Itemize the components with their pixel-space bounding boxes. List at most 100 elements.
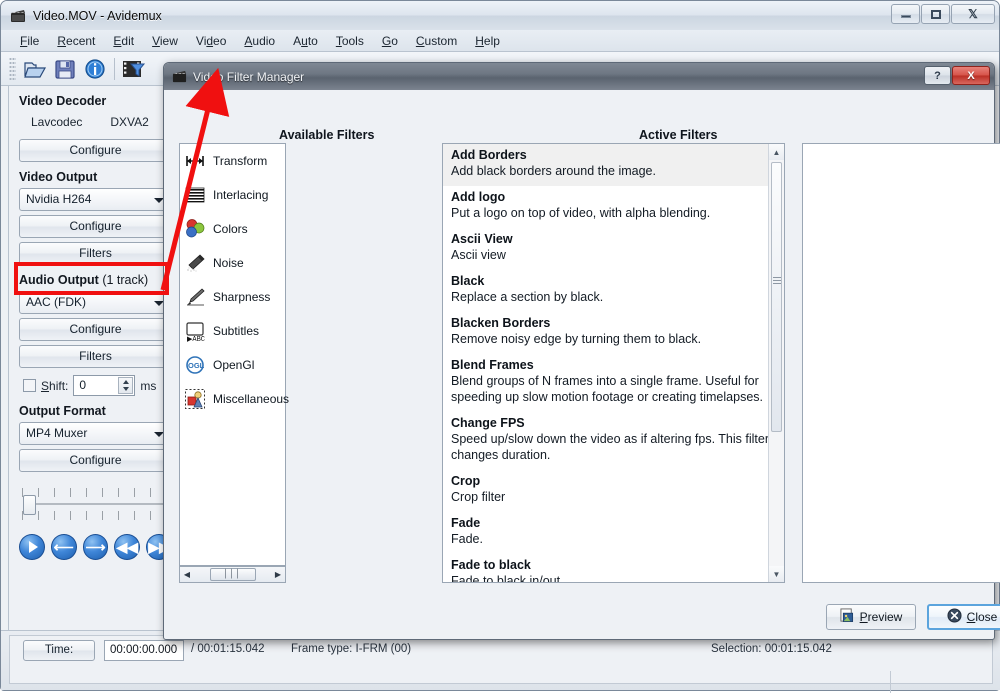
svg-text:▶ABC: ▶ABC: [187, 336, 205, 342]
toolbar-separator: [114, 57, 115, 80]
dialog-body: Available Filters Active Filters Transfo…: [164, 90, 1000, 639]
filter-list-item[interactable]: Fade Fade.: [443, 512, 784, 554]
video-decoder-info: Lavcodec DXVA2: [19, 112, 172, 135]
category-item-subtitles[interactable]: ▶ABC Subtitles: [180, 314, 285, 348]
menu-item-view[interactable]: View: [143, 32, 187, 50]
filter-description: Put a logo on top of video, with alpha b…: [451, 206, 711, 220]
category-item-miscellaneous[interactable]: Miscellaneous: [180, 382, 289, 416]
dialog-help-button[interactable]: ?: [924, 66, 951, 85]
video-output-configure-button[interactable]: Configure: [19, 215, 172, 238]
info-icon: [85, 58, 105, 79]
menu-item-recent[interactable]: Recent: [48, 32, 104, 50]
menu-item-file[interactable]: File: [11, 32, 48, 50]
audio-output-configure-button[interactable]: Configure: [19, 318, 172, 341]
filter-list-item[interactable]: Black Replace a section by black.: [443, 270, 784, 312]
video-output-selected-value: Nvidia H264: [26, 192, 92, 206]
filter-name: Black: [451, 274, 485, 288]
close-icon: 𝕏: [968, 6, 978, 21]
category-item-transform[interactable]: Transform: [180, 144, 285, 178]
colors-icon: [184, 218, 206, 240]
audio-shift-value: 0: [79, 378, 87, 392]
menu-item-tools[interactable]: Tools: [327, 32, 373, 50]
category-item-noise[interactable]: Noise: [180, 246, 285, 280]
output-format-select[interactable]: MP4 Muxer: [19, 422, 172, 445]
filter-list-item[interactable]: Ascii View Ascii view: [443, 228, 784, 270]
filter-list-item[interactable]: Blend Frames Blend groups of N frames in…: [443, 354, 784, 412]
time-input[interactable]: 00:00:00.000: [104, 640, 184, 661]
preview-button[interactable]: Preview: [826, 604, 916, 630]
menu-item-edit[interactable]: Edit: [104, 32, 143, 50]
play-icon: [28, 541, 38, 553]
play-button[interactable]: [19, 534, 45, 560]
category-item-sharpness[interactable]: Sharpness: [180, 280, 285, 314]
audio-output-filters-button[interactable]: Filters: [19, 345, 172, 368]
filter-list-item[interactable]: Crop Crop filter: [443, 470, 784, 512]
category-item-opengl[interactable]: OGL OpenGl: [180, 348, 285, 382]
category-label: Sharpness: [213, 290, 271, 304]
menu-item-help[interactable]: Help: [466, 32, 509, 50]
scrollbar-thumb[interactable]: [771, 162, 782, 432]
filter-description: Fade.: [451, 532, 483, 546]
output-format-section-title: Output Format: [19, 404, 106, 418]
maximize-button[interactable]: [921, 4, 950, 24]
timeline-handle[interactable]: [23, 495, 36, 515]
filter-list-item[interactable]: Add Borders Add black borders around the…: [443, 144, 784, 186]
video-output-select[interactable]: Nvidia H264: [19, 188, 172, 211]
video-decoder-configure-button[interactable]: Configure: [19, 139, 172, 162]
audio-shift-stepper[interactable]: 0: [73, 375, 136, 396]
scrollbar-grip: [772, 277, 781, 284]
scroll-right-arrow-icon[interactable]: ▶: [271, 570, 285, 579]
open-file-button[interactable]: [20, 55, 50, 83]
minimize-button[interactable]: [891, 4, 920, 24]
filter-list-item[interactable]: Blacken Borders Remove noisy edge by tur…: [443, 312, 784, 354]
filter-name: Add logo: [451, 190, 506, 204]
dialog-close-button[interactable]: X: [952, 66, 990, 85]
save-file-button[interactable]: [50, 55, 80, 83]
output-format-configure-button[interactable]: Configure: [19, 449, 172, 472]
rewind-button[interactable]: ◀◀: [114, 534, 141, 560]
timeline-slider[interactable]: [19, 495, 172, 515]
scroll-up-arrow-icon[interactable]: ▲: [769, 144, 784, 160]
audio-output-selected-value: AAC (FDK): [26, 295, 86, 309]
stepper-buttons[interactable]: [118, 377, 134, 394]
scroll-left-arrow-icon[interactable]: ◀: [180, 570, 194, 579]
filter-name: Blend Frames: [451, 358, 534, 372]
video-filter-button[interactable]: [119, 55, 149, 83]
menu-item-audio[interactable]: Audio: [235, 32, 284, 50]
active-filters-list[interactable]: [802, 143, 1000, 583]
filter-list-item[interactable]: Add logo Put a logo on top of video, wit…: [443, 186, 784, 228]
total-time-label: / 00:01:15.042: [191, 643, 265, 655]
dialog-title: Video Filter Manager: [193, 69, 305, 84]
toolbar-grip[interactable]: [9, 56, 16, 81]
category-horizontal-scrollbar[interactable]: ◀ │││ ▶: [179, 566, 286, 583]
window-controls: 𝕏: [891, 4, 995, 24]
category-item-colors[interactable]: Colors: [180, 212, 285, 246]
menu-item-auto[interactable]: Auto: [284, 32, 327, 50]
close-button[interactable]: 𝕏: [951, 4, 995, 24]
menu-item-go[interactable]: Go: [373, 32, 407, 50]
previous-frame-button[interactable]: ⟵: [50, 534, 77, 560]
filter-description: Add black borders around the image.: [451, 164, 656, 178]
time-button[interactable]: Time:: [23, 640, 95, 661]
info-button[interactable]: [80, 55, 110, 83]
filter-list-item[interactable]: Change FPS Speed up/slow down the video …: [443, 412, 784, 470]
available-filters-list[interactable]: Add Borders Add black borders around the…: [442, 143, 785, 583]
next-frame-button[interactable]: ⟶: [82, 534, 109, 560]
minimize-icon: [900, 15, 911, 18]
filter-category-list[interactable]: Transform Interlacing Colors Noise Sharp…: [179, 143, 289, 566]
close-circle-icon: [947, 608, 962, 626]
audio-shift-checkbox[interactable]: [23, 379, 36, 392]
scroll-down-arrow-icon[interactable]: ▼: [769, 566, 784, 582]
stepper-up-icon: [122, 379, 129, 384]
timeline-ruler: [19, 488, 172, 520]
dialog-close-action-button[interactable]: Close: [927, 604, 1000, 630]
category-item-interlacing[interactable]: Interlacing: [180, 178, 285, 212]
scrollbar-thumb[interactable]: │││: [209, 568, 256, 581]
menu-item-video[interactable]: Video: [187, 32, 236, 50]
sharpness-icon: [184, 286, 206, 308]
available-filters-scrollbar[interactable]: ▲ ▼: [768, 144, 784, 582]
save-file-icon: [55, 59, 75, 79]
menu-item-custom[interactable]: Custom: [407, 32, 466, 50]
available-filters-header: Available Filters: [279, 128, 375, 142]
filter-list-item[interactable]: Fade to black Fade to black in/out: [443, 554, 784, 582]
